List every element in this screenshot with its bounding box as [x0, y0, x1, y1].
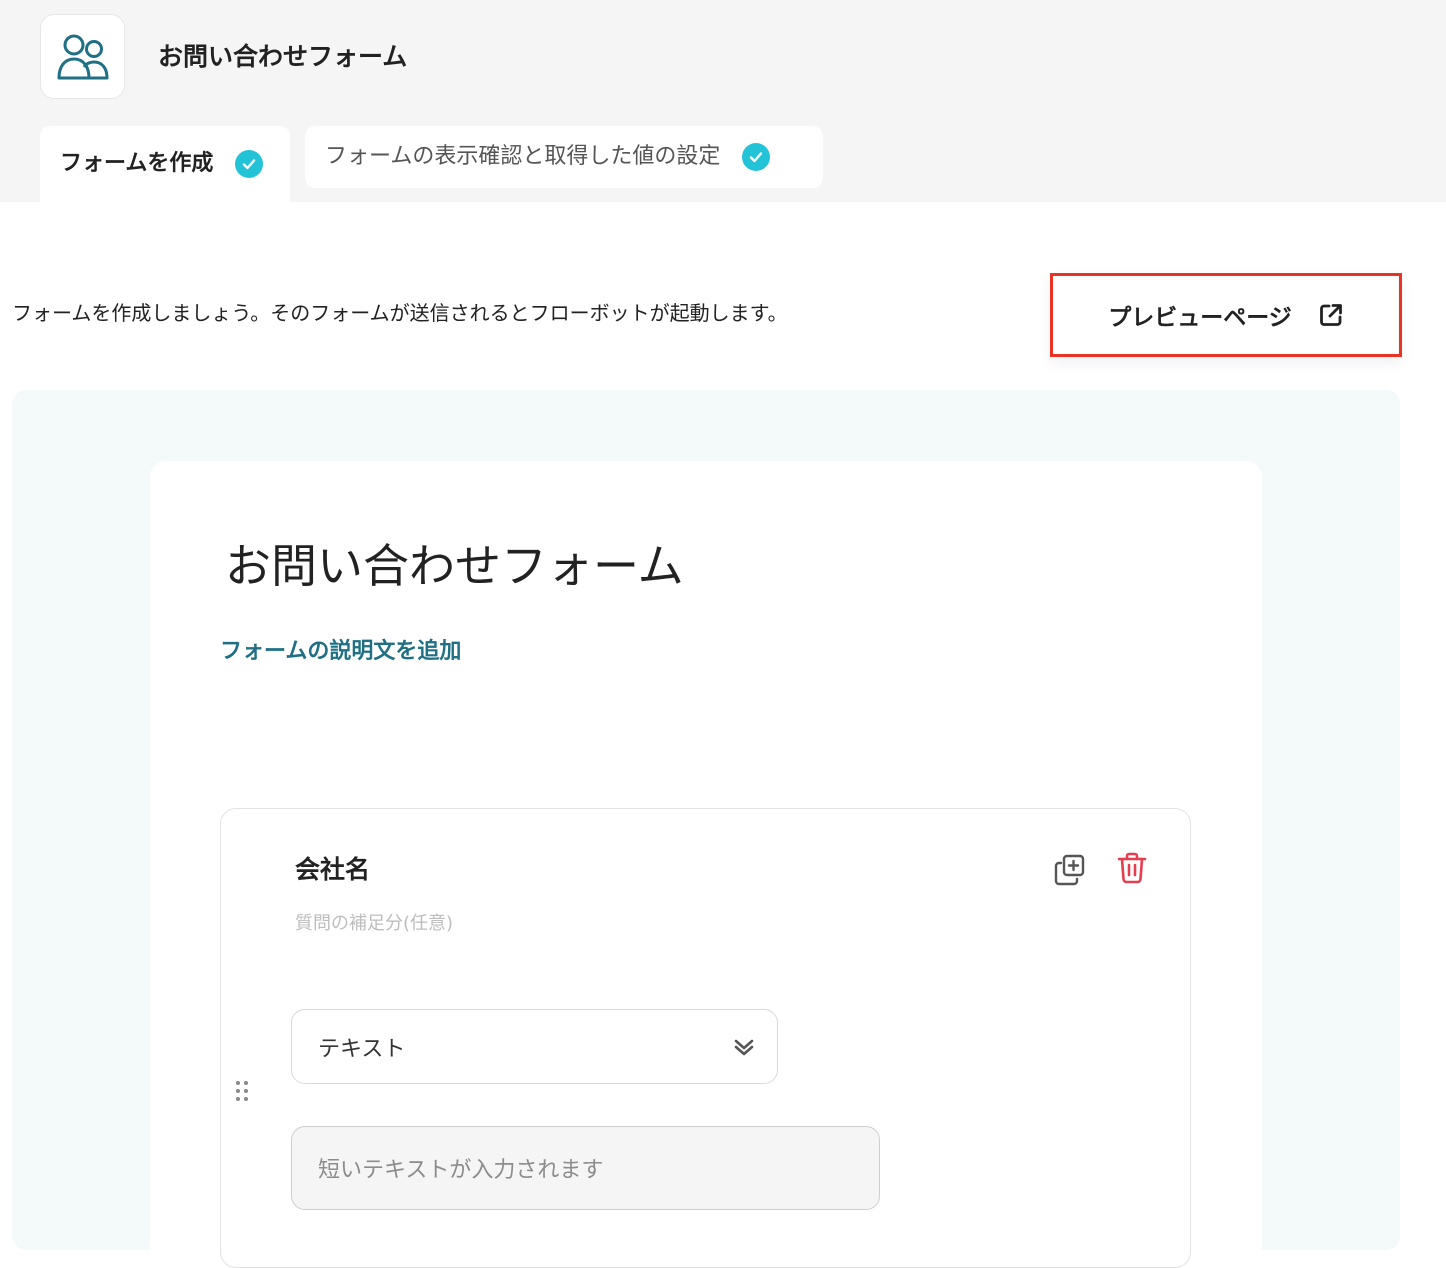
tab-label: フォームの表示確認と取得した値の設定 [325, 144, 721, 169]
check-circle-icon [742, 143, 771, 171]
question-label[interactable]: 会社名 [295, 852, 370, 888]
chevron-down-icon [733, 1038, 755, 1056]
app-icon [40, 14, 125, 99]
add-description-link[interactable]: フォームの説明文を追加 [220, 636, 461, 668]
duplicate-icon [1054, 854, 1085, 886]
answer-preview-input[interactable]: 短いテキストが入力されます [291, 1126, 880, 1210]
duplicate-button[interactable] [1053, 853, 1087, 887]
question-type-select[interactable]: テキスト [291, 1009, 778, 1084]
answer-placeholder: 短いテキストが入力されます [318, 1158, 604, 1183]
preview-button-label: プレビューページ [1108, 305, 1292, 331]
users-icon [57, 34, 108, 79]
form-title[interactable]: お問い合わせフォーム [225, 536, 684, 596]
app-title: お問い合わせフォーム [158, 42, 408, 71]
tab-preview-settings[interactable]: フォームの表示確認と取得した値の設定 [305, 126, 823, 188]
preview-page-button[interactable]: プレビューページ [1050, 273, 1402, 357]
tab-label: フォームを作成 [60, 151, 214, 176]
delete-button[interactable] [1115, 851, 1149, 885]
question-help-input[interactable]: 質問の補足分(任意) [295, 910, 453, 938]
question-type-value: テキスト [318, 1036, 406, 1062]
trash-icon [1117, 852, 1147, 884]
tab-create-form[interactable]: フォームを作成 [40, 126, 290, 202]
intro-text: フォームを作成しましょう。そのフォームが送信されるとフローボットが起動します。 [12, 301, 788, 325]
drag-handle-icon[interactable] [235, 1080, 249, 1102]
check-circle-icon [235, 150, 264, 178]
external-link-icon [1318, 302, 1344, 328]
